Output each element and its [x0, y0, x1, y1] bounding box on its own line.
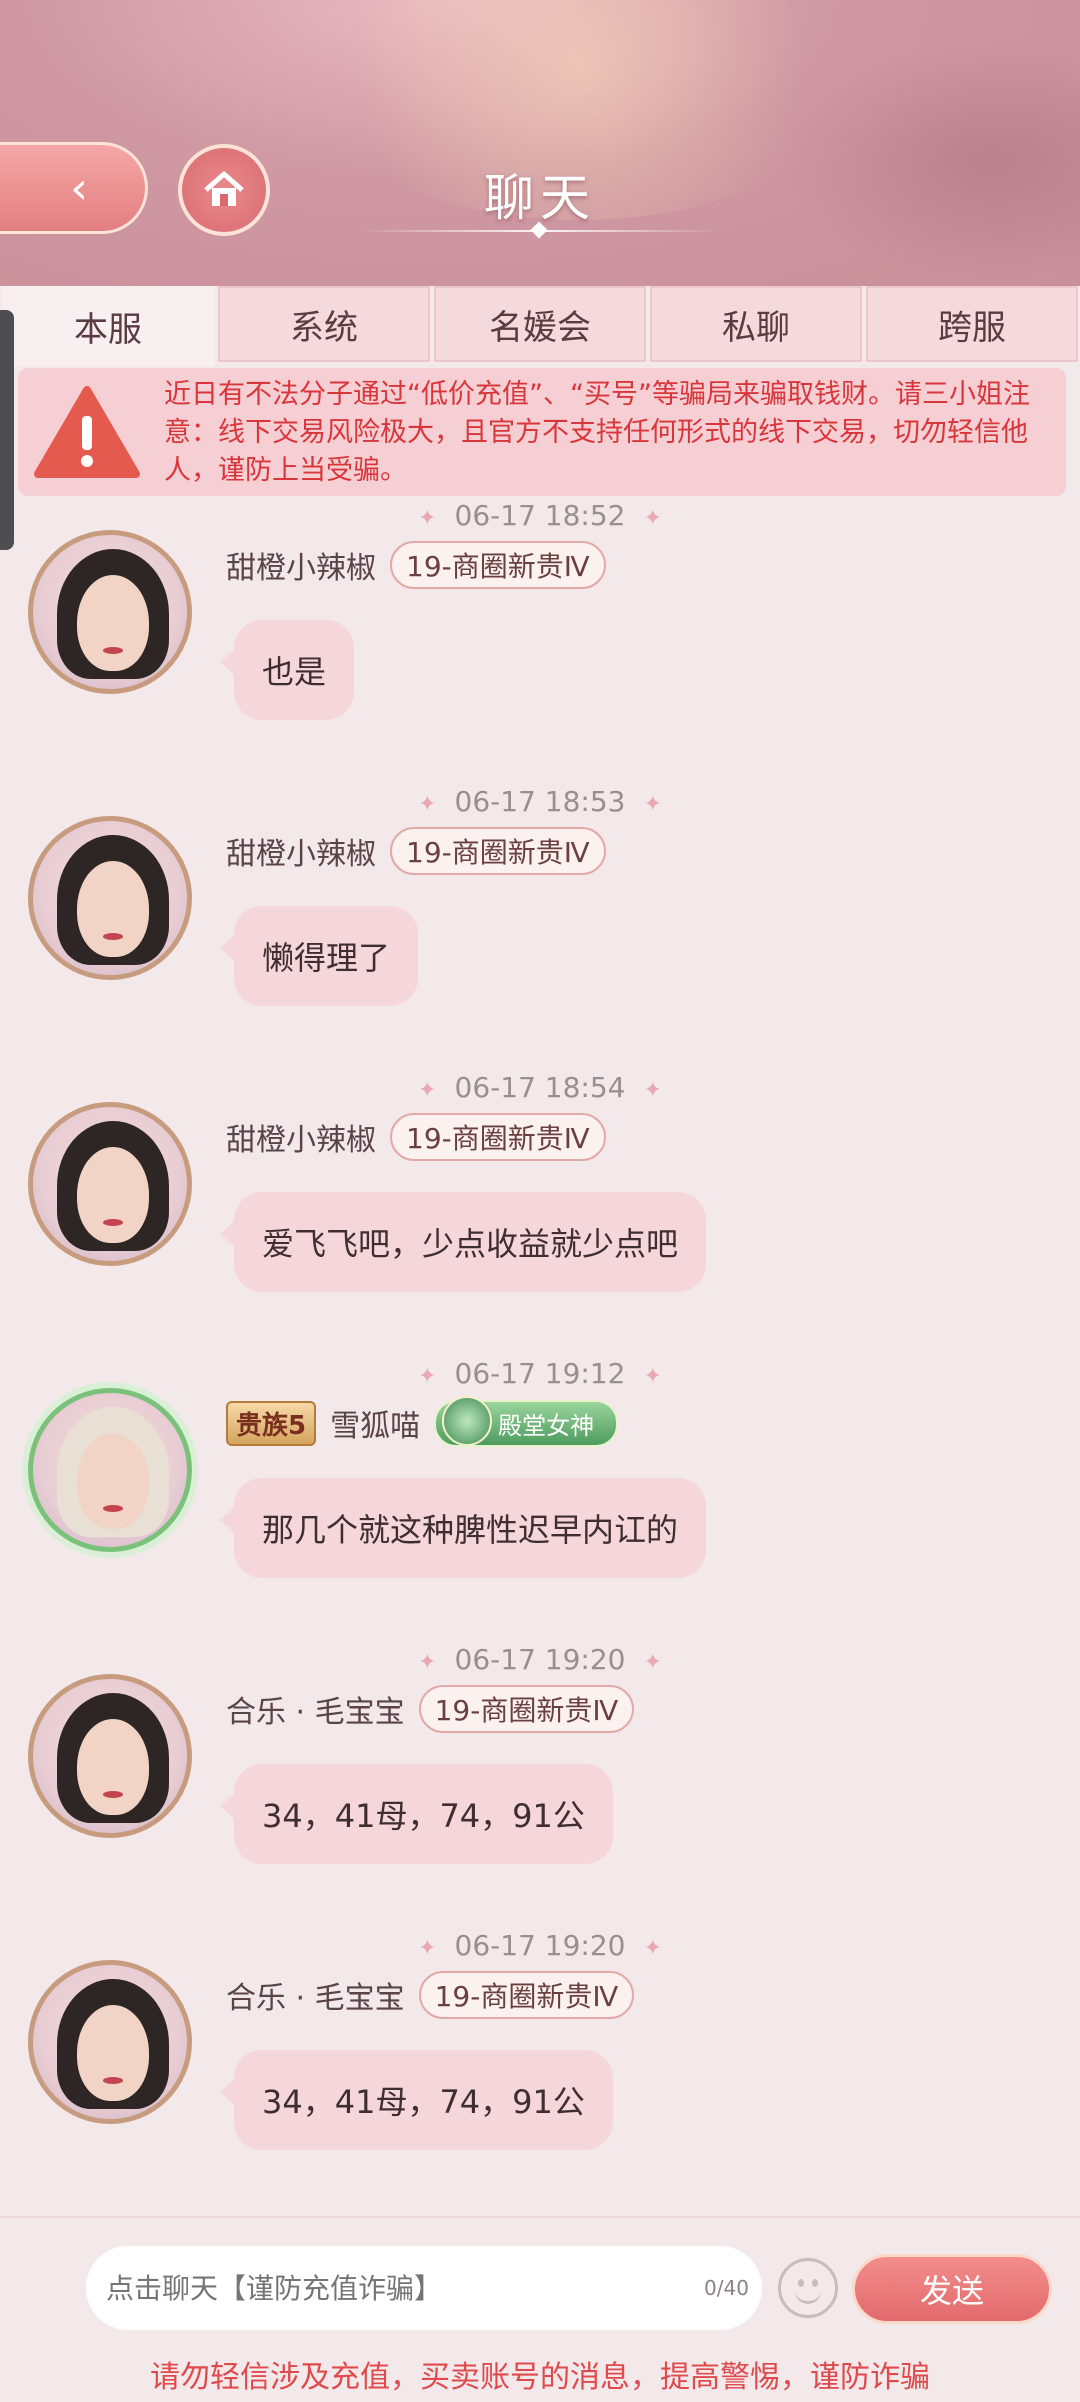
rank-badge: 19-商圈新贵Ⅳ — [390, 1113, 606, 1161]
message-time: ✦ 06-17 19:20 ✦ — [418, 1929, 662, 1962]
message-bubble[interactable]: 34，41母，74，91公 — [220, 2050, 613, 2150]
chat-input[interactable] — [86, 2246, 762, 2330]
channel-tabs: 本服 系统 名媛会 私聊 跨服 — [0, 286, 1080, 366]
send-button[interactable]: 发送 — [852, 2254, 1052, 2324]
page-title: 聊天 — [484, 169, 596, 227]
tab-cross-server[interactable]: 跨服 — [866, 286, 1078, 362]
message-bubble[interactable]: 也是 — [219, 620, 355, 720]
smiley-icon — [795, 2289, 821, 2304]
sender-name[interactable]: 甜橙小辣椒 — [226, 543, 376, 587]
sender-name[interactable]: 合乐 · 毛宝宝 — [226, 1973, 405, 2017]
sender-row: 甜橙小辣椒 19-商圈新贵Ⅳ — [226, 541, 606, 589]
sender-name[interactable]: 甜橙小辣椒 — [226, 1115, 376, 1159]
chat-message: ✦ 06-17 18:54 ✦ 甜橙小辣椒 19-商圈新贵Ⅳ 爱飞飞吧，少点收益就少… — [0, 1068, 1080, 1348]
sender-row: 合乐 · 毛宝宝 19-商圈新贵Ⅳ — [226, 1971, 635, 2019]
warning-icon — [34, 386, 140, 478]
sender-row: 贵族5 雪狐喵 殿堂女神 — [226, 1395, 619, 1447]
rank-badge: 19-商圈新贵Ⅳ — [418, 1971, 635, 2019]
chat-message: ✦ 06-17 18:52 ✦ 甜橙小辣椒 19-商圈新贵Ⅳ 也是 — [0, 496, 1080, 776]
sender-name[interactable]: 合乐 · 毛宝宝 — [226, 1687, 405, 1731]
sender-name[interactable]: 雪狐喵 — [330, 1401, 420, 1445]
avatar[interactable] — [28, 1960, 192, 2124]
avatar[interactable] — [28, 1102, 192, 1266]
message-bubble[interactable]: 懒得理了 — [219, 906, 419, 1006]
message-time: ✦ 06-17 18:54 ✦ — [418, 1071, 662, 1104]
chat-message: ✦ 06-17 19:20 ✦ 合乐 · 毛宝宝 19-商圈新贵Ⅳ 34，41母，7… — [0, 1926, 1080, 2206]
chat-message: ✦ 06-17 19:20 ✦ 合乐 · 毛宝宝 19-商圈新贵Ⅳ 34，41母，7… — [0, 1640, 1080, 1920]
header: ‹ 聊天 — [0, 0, 1080, 286]
tab-socialite-club[interactable]: 名媛会 — [434, 286, 646, 362]
crown-gem-icon — [442, 1395, 493, 1446]
sender-row: 甜橙小辣椒 19-商圈新贵Ⅳ — [226, 1113, 606, 1161]
chat-message: ✦ 06-17 18:53 ✦ 甜橙小辣椒 19-商圈新贵Ⅳ 懒得理了 — [0, 782, 1080, 1062]
rank-badge: 19-商圈新贵Ⅳ — [418, 1685, 635, 1733]
emoji-button[interactable] — [778, 2258, 838, 2318]
message-bubble[interactable]: 那几个就这种脾性迟早内讧的 — [219, 1478, 707, 1578]
tab-system[interactable]: 系统 — [218, 286, 430, 362]
sender-row: 甜橙小辣椒 19-商圈新贵Ⅳ — [226, 827, 606, 875]
message-bubble[interactable]: 爱飞飞吧，少点收益就少点吧 — [219, 1192, 707, 1292]
sender-row: 合乐 · 毛宝宝 19-商圈新贵Ⅳ — [226, 1685, 635, 1733]
sender-name[interactable]: 甜橙小辣椒 — [226, 829, 376, 873]
fraud-warning-banner: 近日有不法分子通过“低价充值”、“买号”等骗局来骗取钱财。请三小姐注意：线下交易… — [18, 368, 1066, 496]
message-time: ✦ 06-17 18:52 ✦ — [418, 499, 662, 532]
avatar[interactable] — [28, 816, 192, 980]
rank-badge: 19-商圈新贵Ⅳ — [390, 541, 606, 589]
message-time: ✦ 06-17 19:20 ✦ — [418, 1643, 662, 1676]
message-time: ✦ 06-17 18:53 ✦ — [418, 785, 662, 818]
avatar[interactable] — [28, 530, 192, 694]
char-counter: 0/40 — [704, 2276, 749, 2300]
tab-server[interactable]: 本服 — [2, 286, 214, 366]
avatar[interactable] — [28, 1388, 192, 1552]
avatar[interactable] — [28, 1674, 192, 1838]
chat-message: ✦ 06-17 19:12 ✦ 贵族5 雪狐喵 殿堂女神 那几个就这种脾性迟早内讧的 — [0, 1354, 1080, 1634]
rank-badge: 19-商圈新贵Ⅳ — [390, 827, 606, 875]
warning-text: 近日有不法分子通过“低价充值”、“买号”等骗局来骗取钱财。请三小姐注意：线下交易… — [164, 379, 1030, 486]
footer-warning: 请勿轻信涉及充值，买卖账号的消息，提高警惕，谨防诈骗 — [150, 2360, 930, 2395]
title-badge: 殿堂女神 — [434, 1395, 619, 1447]
message-bubble[interactable]: 34，41母，74，91公 — [220, 1764, 613, 1864]
noble-badge: 贵族5 — [226, 1400, 317, 1446]
input-bar: 0/40 发送 请勿轻信涉及充值，买卖账号的消息，提高警惕，谨防诈骗 — [0, 2216, 1080, 2402]
message-time: ✦ 06-17 19:12 ✦ — [418, 1357, 662, 1390]
tab-private[interactable]: 私聊 — [650, 286, 862, 362]
chat-list[interactable]: ✦ 06-17 18:52 ✦ 甜橙小辣椒 19-商圈新贵Ⅳ 也是 ✦ 06-17 1… — [0, 496, 1080, 2216]
